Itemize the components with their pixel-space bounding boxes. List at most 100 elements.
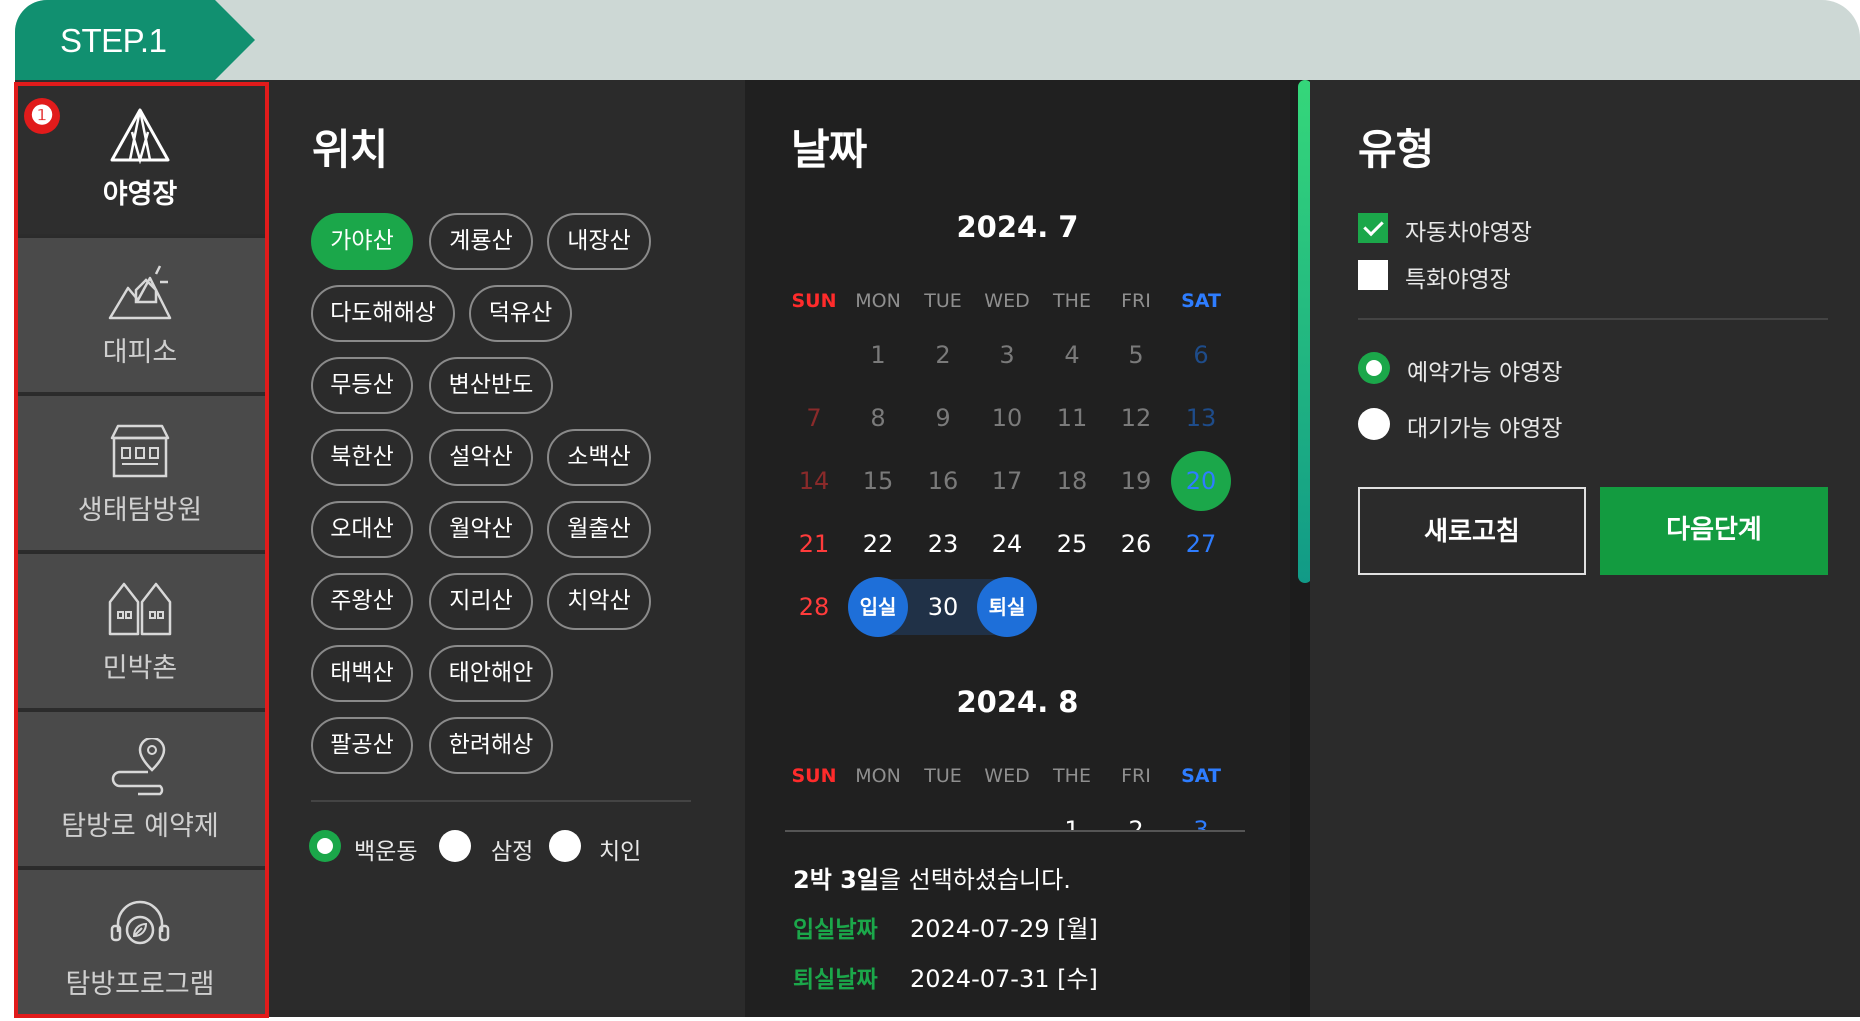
- location-chip[interactable]: 태안해안: [429, 645, 553, 702]
- category-shelter[interactable]: 대피소: [15, 238, 265, 394]
- weekday-mon: MON: [855, 290, 901, 312]
- auto-campground-checkbox[interactable]: [1358, 213, 1388, 243]
- weekday-sun: SUN: [791, 765, 837, 787]
- weekday-sun: SUN: [791, 290, 837, 312]
- checkbox-label: 자동차야영장: [1405, 220, 1532, 246]
- stay-summary-suffix: 을 선택하셨습니다.: [878, 866, 1071, 894]
- calendar-day: 9: [935, 404, 951, 432]
- site-label: 백운동: [354, 839, 418, 865]
- location-chip[interactable]: 한려해상: [429, 717, 553, 774]
- weekday-tue: TUE: [924, 765, 962, 787]
- reservation-panel: 야영장 대피소 생태탐방원 민박촌 탐방로 예약제 탐방프로그램 위치 가야산 …: [15, 80, 1860, 1017]
- location-chip[interactable]: 태백산: [311, 645, 413, 702]
- location-chip[interactable]: 소백산: [547, 429, 651, 486]
- weekday-thu: THE: [1053, 290, 1091, 312]
- location-section: 위치 가야산 계룡산 내장산 다도해해상 덕유산 무등산 변산반도 북한산 설악…: [265, 80, 745, 1017]
- step-tab: STEP.1: [15, 0, 255, 80]
- calendar-day[interactable]: 23: [911, 514, 975, 574]
- step-label: STEP.1: [60, 22, 167, 59]
- location-chip[interactable]: 지리산: [429, 573, 533, 630]
- location-chip[interactable]: 팔공산: [311, 717, 413, 774]
- category-label: 생태탐방원: [77, 495, 203, 526]
- location-chip[interactable]: 오대산: [311, 501, 413, 558]
- location-chip[interactable]: 다도해해상: [311, 285, 455, 342]
- checkin-day[interactable]: 입실: [848, 577, 908, 637]
- calendar-day: 11: [1056, 404, 1088, 432]
- location-chip[interactable]: 주왕산: [311, 573, 413, 630]
- calendar-day: 12: [1120, 404, 1152, 432]
- special-campground-checkbox[interactable]: [1358, 260, 1388, 290]
- category-label: 탐방프로그램: [65, 969, 215, 1000]
- mountain-shelter-icon: [108, 265, 172, 320]
- calendar-day[interactable]: 21: [782, 514, 846, 574]
- available-campground-radio[interactable]: [1358, 352, 1390, 384]
- weekday-sat: SAT: [1181, 765, 1221, 787]
- category-eco-center[interactable]: 생태탐방원: [15, 396, 265, 552]
- location-chip[interactable]: 내장산: [547, 213, 651, 270]
- calendar-day: 4: [1064, 341, 1080, 369]
- weekday-tue: TUE: [924, 290, 962, 312]
- calendar-day[interactable]: 26: [1104, 514, 1168, 574]
- radio-label: 대기가능 야영장: [1407, 416, 1563, 442]
- calendar-day[interactable]: 27: [1169, 514, 1233, 574]
- calendar-divider: [785, 830, 1245, 832]
- date-section: 날짜 2024. 7 SUN MON TUE WED THE FRI SAT 1…: [745, 80, 1290, 1017]
- location-divider: [311, 800, 691, 802]
- calendar-day: 1: [870, 341, 886, 369]
- weekday-thu: THE: [1053, 765, 1091, 787]
- location-chip[interactable]: 북한산: [311, 429, 413, 486]
- location-chip[interactable]: 무등산: [311, 357, 413, 414]
- category-trail-program[interactable]: 탐방프로그램: [15, 870, 265, 1017]
- weekday-wed: WED: [984, 290, 1030, 312]
- waitlist-campground-radio[interactable]: [1358, 408, 1390, 440]
- calendar-day: 5: [1128, 341, 1144, 369]
- calendar-day[interactable]: 30: [911, 577, 975, 637]
- checkin-value: 2024-07-29 [월]: [910, 915, 1098, 943]
- houses-icon: [108, 582, 172, 636]
- category-lodging-village[interactable]: 민박촌: [15, 554, 265, 710]
- calendar-day[interactable]: 24: [975, 514, 1039, 574]
- site-radio-baekundong[interactable]: [309, 830, 341, 862]
- refresh-button[interactable]: 새로고침: [1358, 487, 1586, 575]
- calendar-day: 15: [862, 467, 894, 495]
- stay-summary: 2박 3일을 선택하셨습니다.: [793, 860, 1071, 895]
- category-label: 탐방로 예약제: [61, 811, 219, 842]
- calendar-day: 18: [1056, 467, 1088, 495]
- site-radio-samjeong[interactable]: [439, 830, 471, 862]
- trail-pin-icon: [111, 738, 166, 796]
- location-chip[interactable]: 치악산: [547, 573, 651, 630]
- location-chip[interactable]: 월출산: [547, 501, 651, 558]
- calendar-day: 10: [991, 404, 1023, 432]
- calendar-day[interactable]: 22: [846, 514, 910, 574]
- next-step-button[interactable]: 다음단계: [1600, 487, 1828, 575]
- calendar-day: 13: [1185, 404, 1217, 432]
- location-chip[interactable]: 계룡산: [429, 213, 533, 270]
- category-label: 야영장: [102, 179, 178, 210]
- month-title-july: 2024. 7: [956, 210, 1079, 244]
- calendar-day[interactable]: 28: [782, 577, 846, 637]
- tent-icon: [110, 108, 170, 164]
- calendar-day: 16: [927, 467, 959, 495]
- headset-leaf-icon: [110, 900, 170, 945]
- category-trail-reservation[interactable]: 탐방로 예약제: [15, 712, 265, 868]
- calendar-day: 8: [870, 404, 886, 432]
- location-title: 위치: [312, 125, 388, 174]
- calendar-day: 7: [806, 404, 822, 432]
- weekday-fri: FRI: [1121, 290, 1151, 312]
- stay-nights: 2박 3일: [793, 866, 879, 894]
- annotation-number-badge: ❶: [24, 98, 60, 134]
- calendar-day[interactable]: 25: [1040, 514, 1104, 574]
- location-chip[interactable]: 변산반도: [429, 357, 553, 414]
- calendar-day-today[interactable]: 20: [1171, 451, 1231, 511]
- location-chip[interactable]: 설악산: [429, 429, 533, 486]
- radio-label: 예약가능 야영장: [1407, 360, 1563, 386]
- checkout-day[interactable]: 퇴실: [977, 577, 1037, 637]
- calendar-day: 3: [999, 341, 1015, 369]
- location-chip[interactable]: 월악산: [429, 501, 533, 558]
- location-chip[interactable]: 가야산: [311, 213, 413, 270]
- category-menu: 야영장 대피소 생태탐방원 민박촌 탐방로 예약제 탐방프로그램: [15, 80, 265, 1017]
- location-chip[interactable]: 덕유산: [469, 285, 572, 342]
- date-title: 날짜: [791, 125, 867, 174]
- site-radio-chiin[interactable]: [549, 830, 581, 862]
- type-section: 유형 자동차야영장 특화야영장 예약가능 야영장 대기가능 야영장 새로고침 다…: [1310, 80, 1860, 1017]
